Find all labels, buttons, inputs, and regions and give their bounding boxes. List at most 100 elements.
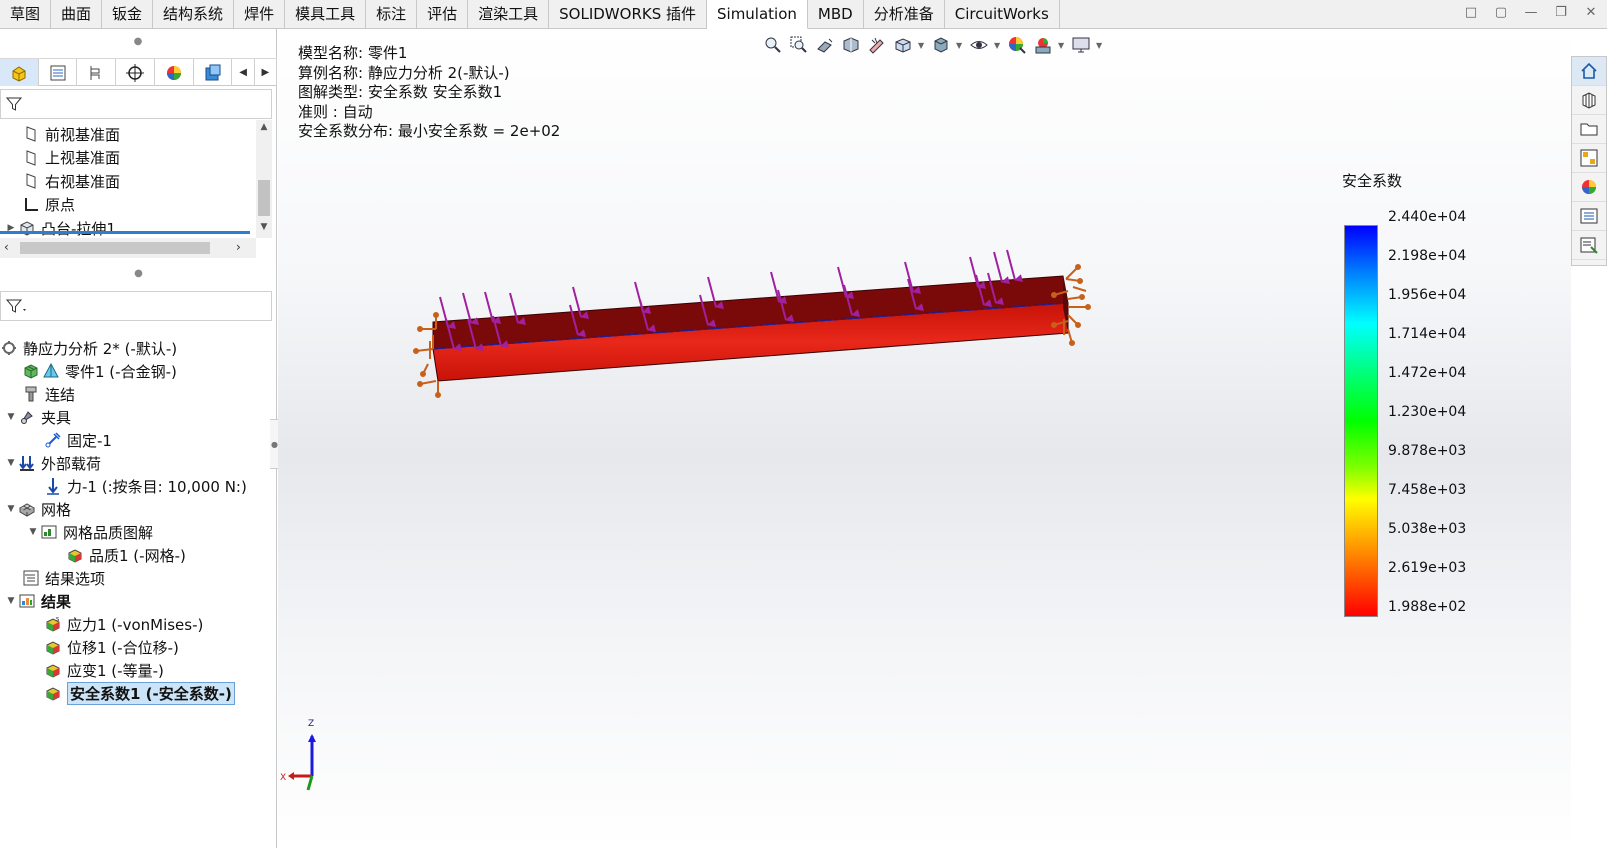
feature-tree-item[interactable]: 上视基准面: [22, 147, 120, 169]
results-folder-icon: [18, 592, 36, 610]
tree-node-factor-of-safety-1[interactable]: 安全系数1 (-安全系数-): [44, 681, 235, 705]
tree-node-mesh-quality-plot[interactable]: ▼ 网格品质图解: [26, 521, 153, 543]
tab-渲染工具[interactable]: 渲染工具: [468, 0, 550, 29]
feature-tree-item[interactable]: 右视基准面: [22, 170, 120, 192]
feature-tree-item[interactable]: 原点: [22, 194, 75, 216]
feature-filter[interactable]: [0, 89, 272, 119]
feature-tree-item[interactable]: 前视基准面: [22, 123, 120, 145]
feature-tree-label: 前视基准面: [45, 125, 121, 144]
tab-评估[interactable]: 评估: [417, 0, 469, 29]
svg-text:S: S: [56, 617, 59, 623]
tab-曲面[interactable]: 曲面: [51, 0, 103, 29]
custom-props-icon[interactable]: [1572, 231, 1606, 260]
tab-simulation[interactable]: Simulation: [707, 0, 808, 29]
property-manager-tab[interactable]: [39, 59, 78, 86]
feature-manager-tab[interactable]: [0, 59, 39, 86]
pin-icon[interactable]: ▢: [1493, 5, 1509, 21]
mesh-icon: [18, 500, 36, 518]
left-panel: ● ◀ ▶ 前视基准面上视基准面 右视基准面 原点 ▶ 凸台-拉伸1 ▲ ▼ ‹: [0, 29, 280, 848]
tree-node-result-options[interactable]: 结果选项: [22, 567, 105, 589]
tab-mbd[interactable]: MBD: [808, 0, 864, 29]
scroll-left-icon[interactable]: ‹: [4, 240, 9, 254]
legend-color-bar: [1344, 225, 1378, 617]
tree-node-label: 位移1 (-合位移-): [67, 638, 179, 657]
collapse-arrow-icon[interactable]: ▼: [26, 527, 40, 537]
window-controls: □ ▢ — ❐ ✕: [1463, 5, 1599, 21]
scroll-down-icon[interactable]: ▼: [256, 222, 272, 236]
simulation-filter[interactable]: [0, 291, 272, 321]
restore-panel-icon[interactable]: □: [1463, 5, 1479, 21]
scroll-thumb[interactable]: [258, 180, 270, 216]
feature-tree-item[interactable]: ▶ 凸台-拉伸1: [4, 217, 116, 238]
tree-node-fixed-1[interactable]: 固定-1: [44, 429, 112, 451]
appearance-icon[interactable]: [1572, 173, 1606, 202]
tabs-scroll-left-button[interactable]: ◀: [232, 59, 255, 86]
plot-folder-icon: [40, 523, 58, 541]
tab-solidworks-插件[interactable]: SOLIDWORKS 插件: [549, 0, 707, 29]
legend-tick-label: 1.956e+04: [1388, 287, 1467, 303]
tree-node-quality-1[interactable]: 品质1 (-网格-): [66, 544, 186, 566]
tree-node-stress-1[interactable]: S 应力1 (-vonMises-): [44, 613, 203, 635]
legend-tick-label: 1.714e+04: [1388, 326, 1467, 342]
legend-tick-label: 1.472e+04: [1388, 365, 1467, 381]
hscroll-thumb[interactable]: [20, 242, 210, 254]
graphics-viewport[interactable]: 模型名称: 零件1 算例名称: 静应力分析 2(-默认-) 图解类型: 安全系数…: [278, 29, 1571, 848]
feature-tree-vscroll[interactable]: ▲ ▼: [256, 120, 272, 238]
panel-splitter-grip[interactable]: ●: [0, 261, 277, 287]
tree-node-fixtures[interactable]: ▼ 夹具: [4, 406, 71, 428]
tree-node-connections[interactable]: 连结: [22, 383, 75, 405]
close-icon[interactable]: ✕: [1583, 5, 1599, 21]
properties-icon[interactable]: [1572, 202, 1606, 231]
tab-分析准备[interactable]: 分析准备: [864, 0, 945, 29]
tab-模具工具[interactable]: 模具工具: [285, 0, 367, 29]
configuration-manager-tab[interactable]: [77, 59, 117, 86]
tab-circuitworks[interactable]: CircuitWorks: [945, 0, 1060, 29]
tree-node-results[interactable]: ▼ 结果: [4, 590, 71, 612]
task-pane: [1571, 56, 1607, 266]
tree-node-force-1[interactable]: 力-1 (:按条目: 10,000 N:): [44, 475, 247, 497]
triad-x-label: X: [280, 773, 286, 783]
tree-rollback-bar[interactable]: [0, 231, 250, 234]
tab-焊件[interactable]: 焊件: [234, 0, 286, 29]
tab-草图[interactable]: 草图: [0, 0, 52, 29]
legend-tick-label: 5.038e+03: [1388, 521, 1467, 537]
collapse-arrow-icon[interactable]: ▼: [4, 412, 18, 422]
tab-钣金[interactable]: 钣金: [102, 0, 154, 29]
legend-tick-label: 7.458e+03: [1388, 482, 1467, 498]
maximize-icon[interactable]: ❐: [1553, 5, 1569, 21]
property-manager-icon: [50, 65, 66, 80]
fixed-geometry-icon: [44, 431, 62, 449]
tab-标注[interactable]: 标注: [366, 0, 418, 29]
tree-node-displacement-1[interactable]: 位移1 (-合位移-): [44, 636, 179, 658]
collapse-arrow-icon[interactable]: ▼: [4, 596, 18, 606]
scroll-right-icon[interactable]: ›: [236, 240, 241, 254]
simulation-study-tree: 静应力分析 2* (-默认-) 零件1 (-合金钢-) 连结 ▼ 夹具 固定-1…: [0, 337, 277, 737]
filter-icon: [5, 97, 23, 111]
minimize-icon[interactable]: —: [1523, 5, 1539, 21]
view-palette-icon[interactable]: [1572, 144, 1606, 173]
panel-grip[interactable]: ●: [0, 29, 276, 55]
tree-node-label: 应力1 (-vonMises-): [67, 615, 204, 634]
scroll-up-icon[interactable]: ▲: [256, 122, 272, 136]
material-icon: [42, 362, 60, 380]
folder-icon[interactable]: [1572, 115, 1606, 144]
tree-node-strain-1[interactable]: 应变1 (-等量-): [44, 659, 164, 681]
dimxpert-manager-tab[interactable]: [116, 59, 155, 86]
tabs-scroll-right-button[interactable]: ▶: [255, 59, 277, 86]
collapse-arrow-icon[interactable]: ▼: [4, 504, 18, 514]
origin-icon: [22, 196, 40, 214]
result-options-icon: [22, 569, 40, 587]
simulation-manager-tab[interactable]: [194, 59, 233, 86]
tree-node-study[interactable]: 静应力分析 2* (-默认-): [0, 337, 177, 359]
display-manager-tab[interactable]: [155, 59, 194, 86]
tab-结构系统[interactable]: 结构系统: [153, 0, 235, 29]
feature-tree-hscroll[interactable]: ‹ ›: [0, 238, 256, 258]
resources-icon[interactable]: [1572, 86, 1606, 115]
tree-node-mesh[interactable]: ▼ 网格: [4, 498, 71, 520]
collapse-arrow-icon[interactable]: ▼: [4, 458, 18, 468]
extrude-icon: [18, 219, 36, 237]
tree-node-part[interactable]: 零件1 (-合金钢-): [22, 360, 177, 382]
tree-node-label: 夹具: [41, 408, 72, 427]
tree-node-external-loads[interactable]: ▼ 外部载荷: [4, 452, 101, 474]
home-icon[interactable]: [1572, 57, 1606, 86]
